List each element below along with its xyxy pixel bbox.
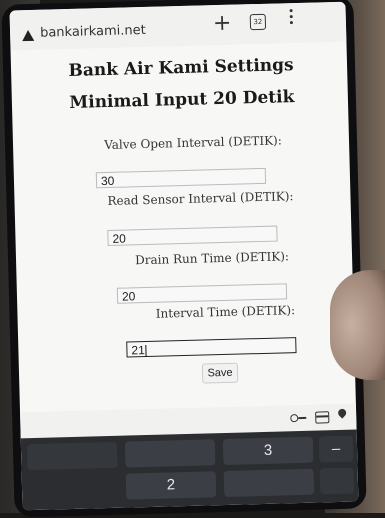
page-title: Bank Air Kami Settings: [68, 55, 294, 81]
valve-open-interval-input[interactable]: 30: [95, 167, 267, 189]
more-menu-icon[interactable]: [289, 9, 294, 27]
page-subtitle: Minimal Input 20 Detik: [69, 87, 295, 113]
keyboard-key-blank-2[interactable]: [124, 439, 216, 468]
read-sensor-interval-input[interactable]: 20: [107, 225, 278, 246]
new-tab-icon[interactable]: +: [213, 11, 232, 36]
interval-time-input[interactable]: 21: [126, 337, 297, 358]
keyboard-key-space[interactable]: [319, 467, 355, 495]
tab-switcher-button[interactable]: 32: [249, 13, 267, 31]
tab-count: 32: [253, 17, 263, 27]
read-sensor-interval-label: Read Sensor Interval (DETIK):: [107, 189, 294, 208]
drain-run-time-label: Drain Run Time (DETIK):: [134, 249, 290, 268]
user-finger: [330, 270, 385, 380]
page-content: Bank Air Kami Settings Minimal Input 20 …: [11, 44, 356, 413]
interval-time-label: Interval Time (DETIK):: [155, 303, 296, 321]
phone-device: bankairkami.net + 32 Bank Air Kami Setti…: [1, 0, 367, 518]
keyboard-key-blank[interactable]: [26, 441, 118, 471]
save-button[interactable]: Save: [201, 362, 239, 384]
password-key-icon[interactable]: [290, 414, 302, 422]
phone-screen: bankairkami.net + 32 Bank Air Kami Setti…: [9, 1, 359, 511]
drain-run-time-input[interactable]: 20: [116, 283, 288, 304]
keyboard-key-2[interactable]: 2: [125, 471, 217, 500]
numeric-keyboard: 3 – 2: [20, 429, 359, 511]
browser-address-bar[interactable]: bankairkami.net + 32: [9, 1, 347, 51]
keyboard-key-minus[interactable]: –: [318, 435, 354, 463]
text-caret: [145, 344, 147, 357]
warning-icon[interactable]: [22, 29, 35, 42]
interval-time-value: 21: [131, 343, 145, 358]
keyboard-key-3[interactable]: 3: [222, 436, 314, 466]
payment-card-icon[interactable]: [315, 411, 330, 424]
url-text[interactable]: bankairkami.net: [40, 23, 146, 41]
valve-open-interval-label: Valve Open Interval (DETIK):: [104, 133, 282, 153]
address-pin-icon[interactable]: [336, 407, 348, 419]
keyboard-key-6[interactable]: [223, 468, 315, 498]
